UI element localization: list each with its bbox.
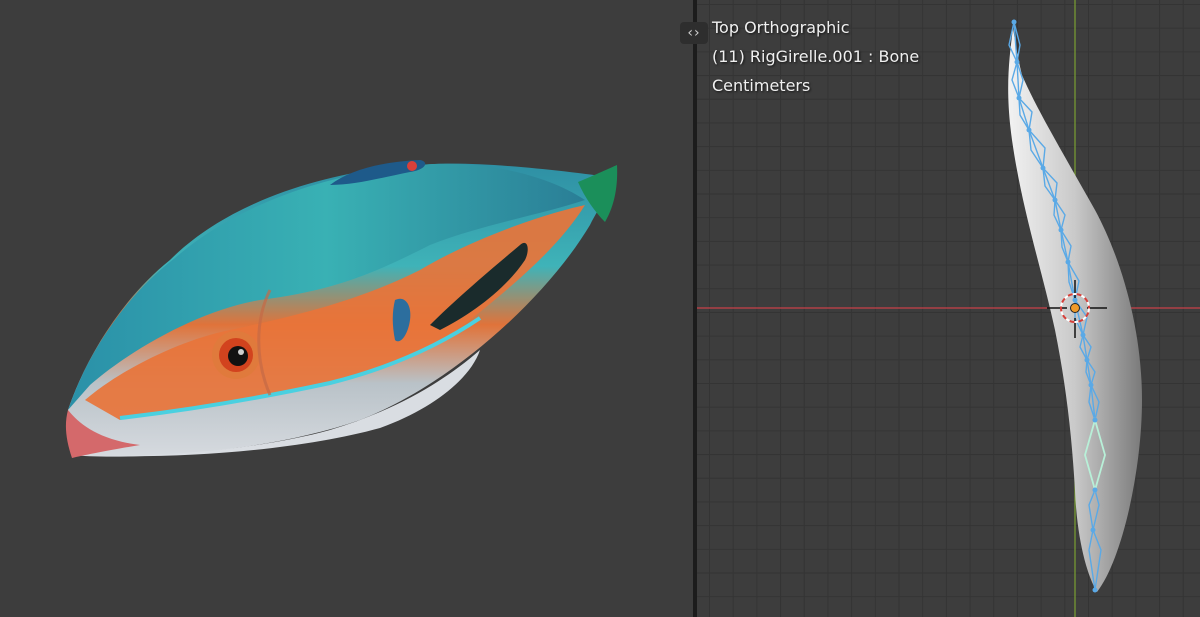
- view-name-label: Top Orthographic: [712, 18, 850, 37]
- viewport-info-overlay: Top Orthographic (11) RigGirelle.001 : B…: [712, 13, 919, 100]
- fish-model-render: [65, 160, 618, 458]
- viewport-top-orthographic[interactable]: Top Orthographic (11) RigGirelle.001 : B…: [697, 0, 1200, 617]
- units-label: Centimeters: [712, 76, 811, 95]
- object-info-label: (11) RigGirelle.001 : Bone: [712, 47, 920, 66]
- chevrons-left-right-icon[interactable]: ‹›: [680, 22, 708, 44]
- blender-window: Top Orthographic (11) RigGirelle.001 : B…: [0, 0, 1200, 617]
- viewport-perspective[interactable]: [0, 0, 693, 617]
